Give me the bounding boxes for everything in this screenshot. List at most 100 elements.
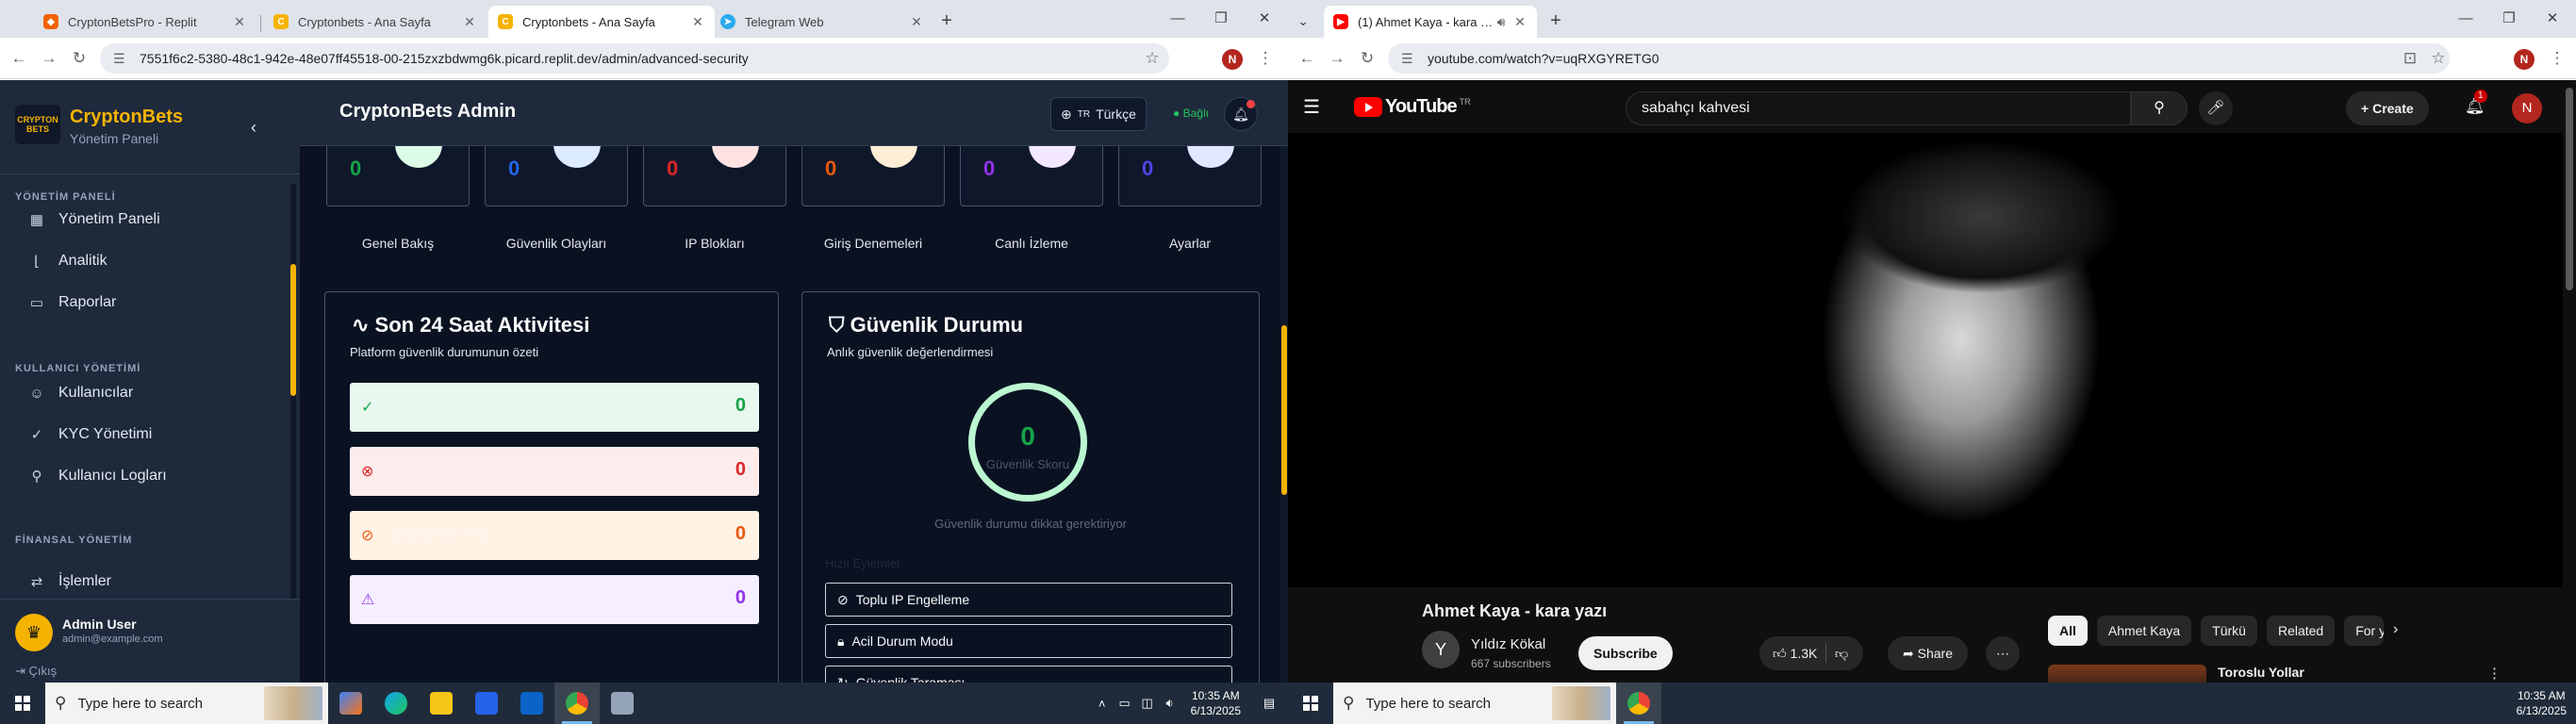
channel-avatar[interactable]: Y	[1422, 631, 1460, 668]
taskbar-app-edge[interactable]	[373, 683, 419, 724]
install-app-icon[interactable]: ⊡	[2399, 47, 2421, 70]
sidebar-item-transactions[interactable]: ⇄ İşlemler	[28, 568, 111, 595]
chip-related[interactable]: Related	[2266, 616, 2336, 646]
taskbar-app-outlook[interactable]	[509, 683, 554, 724]
start-button[interactable]	[1288, 683, 1333, 724]
clock[interactable]: 10:35 AM 6/13/2025	[1181, 688, 1250, 718]
thumbs-down-icon[interactable]: 👎︎	[1835, 636, 1848, 670]
site-info-icon[interactable]: ☰	[1401, 43, 1413, 74]
tab-search-icon[interactable]: ⌄	[1292, 9, 1314, 32]
tab-cryptonbets-1[interactable]: C Cryptonbets - Ana Sayfa ✕	[264, 6, 487, 38]
emergency-mode-button[interactable]: 🔒︎ Acil Durum Modu	[825, 624, 1232, 658]
more-actions-icon[interactable]: ⋯	[1986, 636, 2020, 670]
taskbar-app-store[interactable]	[464, 683, 509, 724]
profile-avatar[interactable]: N	[1222, 49, 1243, 70]
like-dislike-group[interactable]: 👍︎ 1.3K 👎︎	[1759, 636, 1863, 670]
maximize-button[interactable]: ❐	[1199, 0, 1243, 38]
new-tab-button[interactable]: +	[1544, 9, 1567, 32]
sidebar-item-user-logs[interactable]: ⚲ Kullanıcı Logları	[28, 463, 167, 489]
audio-playing-icon[interactable]: 🔊︎	[1494, 14, 1509, 29]
tab-telegram[interactable]: ➤ Telegram Web ✕	[711, 6, 933, 38]
chevron-right-icon[interactable]: ›	[2393, 621, 2398, 638]
menu-dots-icon[interactable]: ⋮	[1254, 47, 1277, 70]
bookmark-star-icon[interactable]: ☆	[1141, 47, 1164, 70]
chip-turku[interactable]: Türkü	[2201, 616, 2257, 646]
maximize-button[interactable]: ❐	[2487, 0, 2531, 38]
address-bar[interactable]: ☰ 7551f6c2-5380-48c1-942e-48e07ff45518-0…	[100, 43, 1169, 74]
main-scrollbar[interactable]	[1280, 146, 1288, 683]
share-button[interactable]: ➦ Share	[1888, 636, 1968, 670]
minimize-button[interactable]: —	[2444, 0, 2487, 38]
recommended-title[interactable]: Toroslu Yollar	[2218, 665, 2304, 680]
notifications-button[interactable]: 🔔︎	[1224, 97, 1258, 131]
tab-youtube[interactable]: ▶ (1) Ahmet Kaya - kara yazı 🔊︎ ✕	[1324, 6, 1537, 38]
back-icon[interactable]: ←	[8, 47, 30, 70]
collapse-sidebar-icon[interactable]: ‹	[251, 118, 256, 138]
stat-card-security-events[interactable]: 0	[485, 146, 628, 206]
close-tab-icon[interactable]: ✕	[462, 14, 477, 29]
chevron-up-icon[interactable]: ˄	[1091, 697, 1114, 711]
reload-icon[interactable]: ↻	[1356, 47, 1379, 70]
volume-icon[interactable]: 🔉︎	[1159, 696, 1181, 711]
battery-icon[interactable]: ▭	[1114, 696, 1136, 711]
hamburger-menu-icon[interactable]: ☰	[1303, 95, 1320, 119]
start-button[interactable]	[0, 683, 45, 724]
chip-for-you[interactable]: For y	[2344, 616, 2385, 646]
new-tab-button[interactable]: +	[935, 9, 958, 32]
close-tab-icon[interactable]: ✕	[690, 14, 705, 29]
channel-name[interactable]: Yıldız Kökal	[1471, 636, 1545, 652]
sidebar-item-analytics[interactable]: ⌊ Analitik	[28, 248, 107, 274]
stat-card-ip-blocks[interactable]: 0	[643, 146, 786, 206]
taskbar-app-explorer[interactable]	[419, 683, 464, 724]
minimize-button[interactable]: —	[1156, 0, 1199, 38]
taskbar-app-tool[interactable]	[600, 683, 645, 724]
sidebar-scrollbar[interactable]	[290, 184, 296, 599]
account-avatar[interactable]: N	[2512, 93, 2542, 123]
tab-replit[interactable]: ◆ CryptonBetsPro - Replit ✕	[34, 6, 256, 38]
sidebar-item-users[interactable]: ☺ Kullanıcılar	[28, 380, 133, 406]
recommended-more-icon[interactable]: ⋮	[2487, 665, 2502, 682]
stat-card-live-monitoring[interactable]: 0	[960, 146, 1103, 206]
notification-center-icon[interactable]: ▤	[1250, 696, 1288, 711]
taskbar-app-chrome[interactable]	[554, 683, 600, 724]
close-tab-icon[interactable]: ✕	[909, 14, 924, 29]
bulk-ip-block-button[interactable]: ⊘ Toplu IP Engelleme	[825, 583, 1232, 617]
page-scrollbar[interactable]	[2563, 80, 2576, 683]
sidebar-item-dashboard[interactable]: ▦ Yönetim Paneli	[28, 206, 160, 233]
thumbs-up-icon[interactable]: 👍︎	[1773, 646, 1791, 661]
logout-button[interactable]: ⇥ Çıkış	[15, 664, 57, 679]
bookmark-star-icon[interactable]: ☆	[2427, 47, 2450, 70]
voice-search-button[interactable]: 🎤︎	[2199, 91, 2233, 125]
forward-icon[interactable]: →	[38, 47, 60, 70]
profile-avatar[interactable]: N	[2514, 49, 2535, 70]
search-button[interactable]: ⚲	[2131, 91, 2188, 125]
close-tab-icon[interactable]: ✕	[232, 14, 247, 29]
search-input[interactable]: sabahçı kahvesi	[1626, 91, 2131, 125]
reload-icon[interactable]: ↻	[68, 47, 91, 70]
clock[interactable]: 10:35 AM 6/13/2025	[2507, 688, 2576, 718]
chip-ahmet-kaya[interactable]: Ahmet Kaya	[2096, 616, 2192, 646]
back-icon[interactable]: ←	[1296, 47, 1318, 70]
taskbar-search[interactable]: ⚲ Type here to search	[45, 683, 328, 724]
close-tab-icon[interactable]: ✕	[1512, 14, 1527, 29]
stat-card-overview[interactable]: 0	[326, 146, 470, 206]
site-info-icon[interactable]: ☰	[113, 43, 125, 74]
subscribe-button[interactable]: Subscribe	[1578, 636, 1673, 670]
taskbar-app-chrome[interactable]	[1616, 683, 1661, 724]
create-button[interactable]: + Create	[2346, 91, 2429, 125]
recommended-thumbnail[interactable]	[2048, 665, 2206, 683]
close-window-button[interactable]: ✕	[1243, 0, 1286, 38]
chip-all[interactable]: All	[2048, 616, 2088, 646]
forward-icon[interactable]: →	[1326, 47, 1348, 70]
taskbar-search[interactable]: ⚲ Type here to search	[1333, 683, 1616, 724]
stat-card-settings[interactable]: 0	[1118, 146, 1262, 206]
network-icon[interactable]: ◫	[1136, 696, 1159, 711]
sidebar-item-kyc[interactable]: ✓ KYC Yönetimi	[28, 421, 153, 448]
language-selector[interactable]: ⊕ TR Türkçe	[1050, 97, 1147, 131]
menu-dots-icon[interactable]: ⋮	[2546, 47, 2568, 70]
tab-cryptonbets-active[interactable]: C Cryptonbets - Ana Sayfa ✕	[488, 6, 715, 38]
close-window-button[interactable]: ✕	[2531, 0, 2574, 38]
sidebar-item-reports[interactable]: ▭ Raporlar	[28, 289, 116, 316]
address-bar[interactable]: ☰ youtube.com/watch?v=uqRXGYRETG0	[1388, 43, 2450, 74]
security-scan-button[interactable]: ↻ Güvenlik Taraması	[825, 666, 1232, 683]
